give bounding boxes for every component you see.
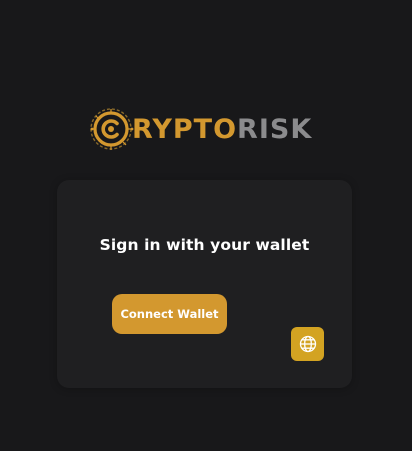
- sign-in-title: Sign in with your wallet: [99, 236, 310, 254]
- brand-name-part-2: RISK: [237, 113, 313, 145]
- globe-icon: [299, 335, 316, 353]
- sign-in-card: Sign in with your wallet Connect Wallet: [57, 180, 352, 388]
- brand-name-part-1: RYPTO: [132, 113, 238, 145]
- brand-name: RYPTO RISK: [132, 116, 312, 143]
- crypto-logo-icon: [90, 108, 134, 150]
- brand-logo: RYPTO RISK: [88, 106, 312, 152]
- language-button[interactable]: [291, 327, 324, 361]
- connect-wallet-button[interactable]: Connect Wallet: [112, 294, 227, 334]
